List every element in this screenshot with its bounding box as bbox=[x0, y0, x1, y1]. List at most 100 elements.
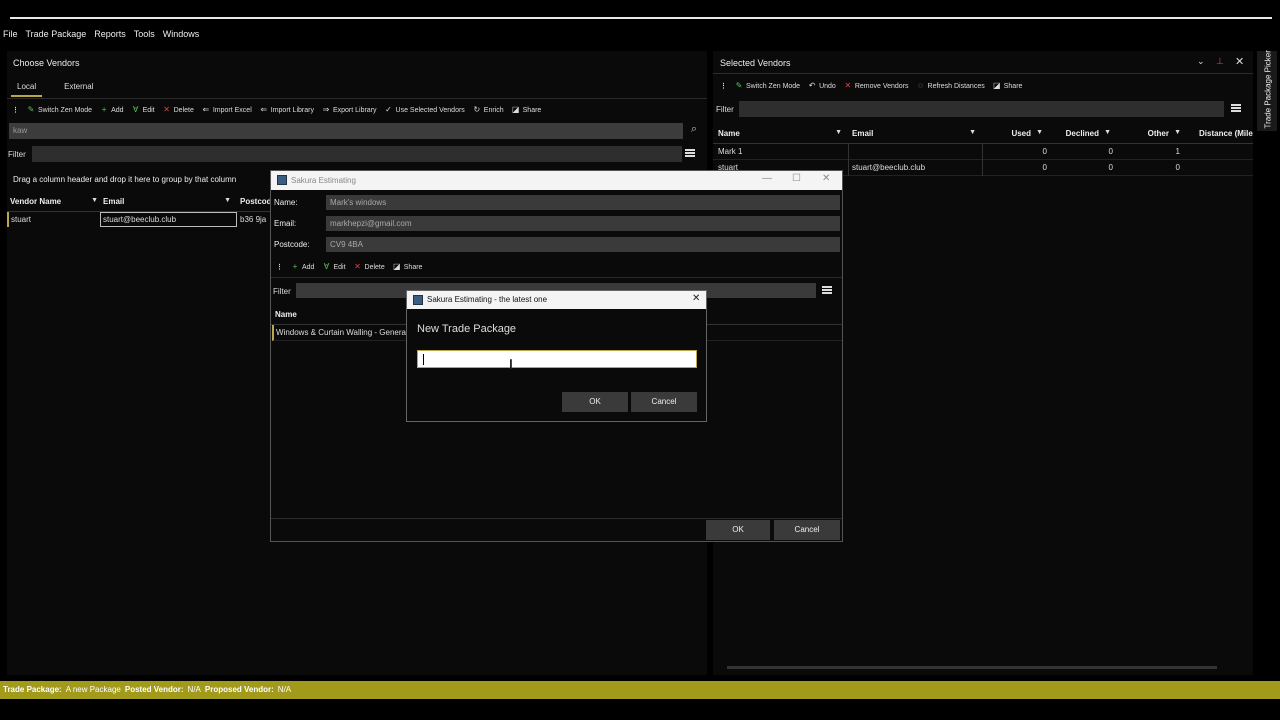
delete-button[interactable]: ✕ Delete bbox=[163, 106, 194, 114]
name-field[interactable]: Mark's windows bbox=[326, 195, 840, 210]
other-cell: 1 bbox=[1175, 147, 1180, 156]
proposed-vendor-value: N/A bbox=[277, 685, 292, 694]
ok-button[interactable]: OK bbox=[706, 520, 770, 540]
cancel-button[interactable]: Cancel bbox=[774, 520, 840, 540]
name-cell: Mark 1 bbox=[718, 147, 743, 156]
declined-cell: 0 bbox=[1108, 163, 1113, 172]
col-email[interactable]: Email ▼ bbox=[103, 197, 231, 206]
table-row[interactable]: Mark 1 0 0 1 bbox=[713, 144, 1253, 160]
menu-file[interactable]: File bbox=[0, 26, 22, 42]
minimize-icon[interactable]: — bbox=[762, 173, 772, 184]
tab-external[interactable]: External bbox=[58, 79, 99, 97]
enrich-icon: ↻ bbox=[473, 105, 481, 114]
dialog-heading: New Trade Package bbox=[417, 323, 517, 335]
menu-icon[interactable] bbox=[685, 149, 695, 157]
more-menu-icon[interactable]: ⋮ bbox=[12, 106, 19, 114]
share-icon: ◪ bbox=[392, 262, 401, 271]
col-used[interactable]: Used ▼ bbox=[1003, 129, 1043, 138]
share-icon: ◪ bbox=[992, 81, 1001, 90]
tab-local[interactable]: Local bbox=[11, 79, 43, 97]
vendor-email-cell[interactable]: stuart@beeclub.club bbox=[100, 212, 237, 227]
menu-windows[interactable]: Windows bbox=[159, 26, 204, 42]
dialog-toolbar: ⋮ + Add ∀ Edit ✕ Delete ◪ Share bbox=[276, 259, 430, 275]
add-button[interactable]: + Add bbox=[291, 262, 315, 271]
more-menu-icon[interactable]: ⋮ bbox=[720, 82, 727, 90]
panel-title: Choose Vendors bbox=[13, 58, 80, 68]
trade-package-label: Trade Package: bbox=[3, 685, 62, 694]
filter-icon[interactable]: ▼ bbox=[835, 129, 842, 136]
other-cell: 0 bbox=[1175, 163, 1180, 172]
postcode-field[interactable]: CV9 4BA bbox=[326, 237, 840, 252]
refresh-distances-button[interactable]: ◌ Refresh Distances bbox=[917, 82, 985, 90]
table-row[interactable]: stuart stuart@beeclub.club b36 9ja bbox=[7, 212, 272, 227]
plus-icon: + bbox=[292, 262, 298, 271]
col-name[interactable]: Name bbox=[275, 310, 297, 319]
col-declined[interactable]: Declined ▼ bbox=[1053, 129, 1111, 138]
ok-button[interactable]: OK bbox=[562, 392, 628, 412]
vendor-search-input[interactable]: kaw bbox=[9, 123, 683, 139]
filter-input[interactable] bbox=[739, 101, 1224, 117]
filter-icon[interactable]: ▼ bbox=[1036, 129, 1043, 136]
menu-reports[interactable]: Reports bbox=[90, 26, 130, 42]
close-icon[interactable]: ✕ bbox=[1235, 55, 1244, 68]
choose-vendors-toolbar: ⋮ ✎ Switch Zen Mode + Add ∀ Edit ✕ Delete ⇐ I… bbox=[12, 102, 549, 118]
edit-icon: ∀ bbox=[132, 105, 139, 114]
share-button[interactable]: ◪ Share bbox=[511, 105, 541, 114]
menu-icon[interactable] bbox=[822, 286, 832, 294]
delete-icon: ✕ bbox=[844, 81, 852, 90]
share-button[interactable]: ◪ Share bbox=[392, 262, 422, 271]
close-icon[interactable]: ✕ bbox=[822, 173, 830, 184]
edit-button[interactable]: ∀ Edit bbox=[322, 263, 346, 271]
add-button[interactable]: + Add bbox=[100, 105, 124, 114]
col-distance[interactable]: Distance (Mile bbox=[1199, 129, 1253, 138]
maximize-icon[interactable]: ☐ bbox=[792, 173, 801, 184]
delete-button[interactable]: ✕ Delete bbox=[354, 263, 385, 271]
col-email[interactable]: Email ▼ bbox=[852, 129, 976, 138]
filter-icon[interactable]: ▼ bbox=[224, 197, 231, 204]
pin-icon[interactable]: ⊥ bbox=[1216, 56, 1224, 67]
filter-input[interactable] bbox=[32, 146, 682, 162]
horizontal-scrollbar[interactable] bbox=[727, 666, 1217, 669]
postcode-label: Postcode: bbox=[274, 240, 310, 249]
edit-button[interactable]: ∀ Edit bbox=[132, 106, 155, 114]
menu-icon[interactable] bbox=[1231, 104, 1241, 112]
enrich-button[interactable]: ↻ Enrich bbox=[473, 105, 503, 114]
switch-zen-button[interactable]: ✎ Switch Zen Mode bbox=[735, 82, 800, 90]
undo-icon: ↶ bbox=[808, 81, 816, 90]
more-menu-icon[interactable]: ⋮ bbox=[276, 263, 283, 271]
col-vendor-name[interactable]: Vendor Name ▼ bbox=[10, 197, 98, 206]
menu-tools[interactable]: Tools bbox=[130, 26, 159, 42]
export-library-button[interactable]: ⇒ Export Library bbox=[322, 106, 377, 114]
refresh-icon: ◌ bbox=[918, 81, 923, 90]
app-icon bbox=[413, 295, 423, 305]
import-library-button[interactable]: ⇐ Import Library bbox=[260, 106, 314, 114]
import-excel-button[interactable]: ⇐ Import Excel bbox=[202, 106, 252, 114]
email-field[interactable]: markhepzi@gmail.com bbox=[326, 216, 840, 231]
filter-icon[interactable]: ▼ bbox=[969, 129, 976, 136]
remove-vendors-button[interactable]: ✕ Remove Vendors bbox=[844, 81, 908, 90]
share-button[interactable]: ◪ Share bbox=[992, 81, 1022, 90]
share-icon: ◪ bbox=[511, 105, 520, 114]
col-other[interactable]: Other ▼ bbox=[1133, 129, 1181, 138]
close-icon[interactable]: ✕ bbox=[692, 293, 700, 304]
declined-cell: 0 bbox=[1108, 147, 1113, 156]
filter-icon[interactable]: ▼ bbox=[1104, 129, 1111, 136]
switch-zen-button[interactable]: ✎ Switch Zen Mode bbox=[27, 106, 92, 114]
check-icon: ✓ bbox=[385, 105, 392, 114]
used-cell: 0 bbox=[1042, 163, 1047, 172]
selected-vendors-toolbar: ⋮ ✎ Switch Zen Mode ↶ Undo ✕ Remove Vendors… bbox=[720, 78, 1030, 94]
menu-trade-package[interactable]: Trade Package bbox=[22, 26, 91, 42]
trade-package-value: A new Package bbox=[65, 685, 121, 694]
search-icon[interactable]: ⌕ bbox=[686, 123, 702, 139]
plus-icon: + bbox=[101, 105, 107, 114]
filter-icon[interactable]: ▼ bbox=[91, 197, 98, 204]
filter-icon[interactable]: ▼ bbox=[1174, 129, 1181, 136]
col-name[interactable]: Name ▼ bbox=[718, 129, 842, 138]
use-selected-button[interactable]: ✓ Use Selected Vendors bbox=[385, 106, 465, 114]
chevron-down-icon[interactable]: ⌄ bbox=[1197, 56, 1205, 67]
cancel-button[interactable]: Cancel bbox=[631, 392, 697, 412]
undo-button[interactable]: ↶ Undo bbox=[808, 82, 836, 90]
zen-icon: ✎ bbox=[735, 81, 743, 90]
package-name-input[interactable] bbox=[417, 350, 697, 368]
trade-package-picker-tab[interactable]: Trade Package Picker bbox=[1257, 50, 1277, 131]
